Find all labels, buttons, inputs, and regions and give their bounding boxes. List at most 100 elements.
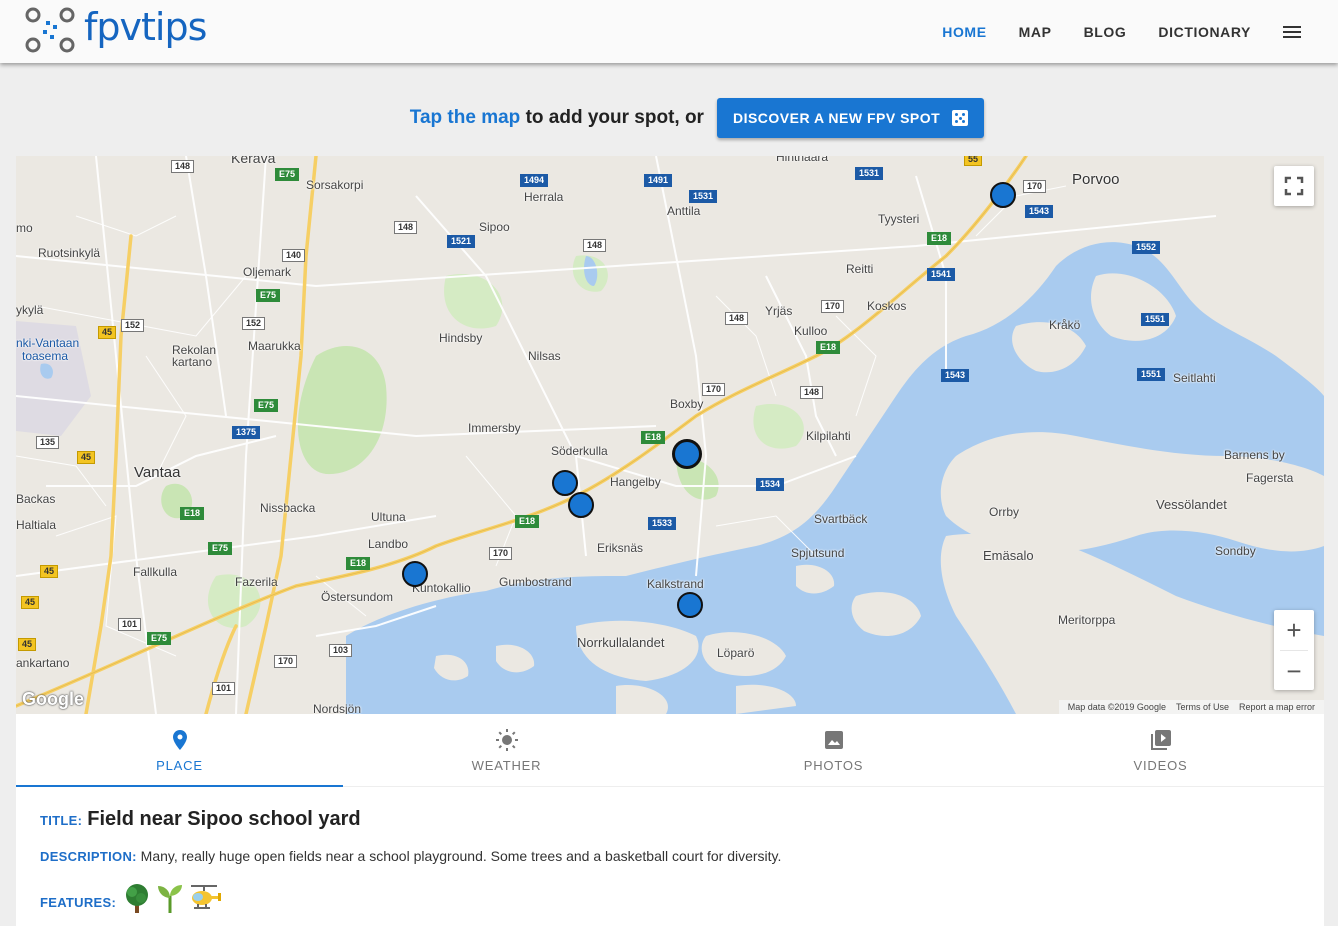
tab-photos[interactable]: PHOTOS	[670, 714, 997, 786]
map-road-shield: E75	[147, 632, 172, 645]
map-place-label: Hinthaara	[776, 156, 829, 164]
seedling-icon	[158, 885, 183, 913]
spot-description-row: DESCRIPTION: Many, really huge open fiel…	[40, 848, 781, 864]
map-road-shield: 170	[489, 547, 513, 560]
terms-of-use-link[interactable]: Terms of Use	[1176, 702, 1229, 712]
map-attribution: Map data ©2019 Google Terms of Use Repor…	[1058, 700, 1324, 714]
map-place-label: nki-Vantaan	[16, 336, 80, 350]
google-logo: Google	[22, 689, 84, 709]
map-place-label: Meritorppa	[1058, 613, 1116, 627]
nav-home[interactable]: HOME	[942, 24, 986, 40]
zoom-control: + −	[1274, 610, 1314, 690]
spot-description: Many, really huge open fields near a sch…	[140, 848, 782, 864]
map-place-label: Hangelby	[610, 475, 661, 489]
map-road-shield: E75	[256, 289, 281, 302]
map-road-shield: 1541	[927, 268, 956, 281]
map-road-shield: 170	[821, 300, 845, 313]
fullscreen-icon	[1284, 176, 1304, 196]
cta-suffix: to add your spot, or	[525, 107, 704, 128]
map-basemap	[16, 156, 1324, 714]
sun-icon	[495, 728, 518, 751]
map-place-label: Sipoo	[479, 220, 510, 234]
map-place-label: Fallkulla	[133, 565, 178, 579]
tab-place[interactable]: PLACE	[16, 714, 343, 787]
map-place-label: Reitti	[846, 262, 874, 276]
map-place-label: Koskos	[867, 299, 907, 313]
map-place-label: ankartano	[16, 656, 70, 670]
tab-weather[interactable]: WEATHER	[343, 714, 670, 786]
helicopter-icon	[191, 885, 222, 909]
tap-map-link[interactable]: Tap the map	[410, 107, 521, 128]
map-place-label: Gumbostrand	[499, 575, 572, 589]
map-road-shield: 135	[36, 436, 60, 449]
map-road-shield: 170	[274, 655, 298, 668]
spot-marker[interactable]	[568, 492, 594, 518]
spot-marker[interactable]	[552, 470, 578, 496]
map-place-label: Hindsby	[439, 331, 483, 345]
map-road-shield: E75	[208, 542, 233, 555]
fullscreen-button[interactable]	[1274, 166, 1314, 206]
map-place-label: Sondby	[1215, 544, 1256, 558]
map-road-shield: 1531	[855, 167, 884, 180]
spot-marker[interactable]	[402, 561, 428, 587]
map-road-shield: E18	[927, 232, 952, 245]
description-label: DESCRIPTION:	[40, 849, 137, 864]
tab-videos[interactable]: VIDEOS	[997, 714, 1324, 786]
map-road-shield: 1551	[1141, 313, 1170, 326]
video-library-icon	[1150, 729, 1171, 750]
map-road-shield: 45	[98, 326, 117, 339]
feature-icons	[122, 882, 225, 914]
map-place-label: Norrkullalandet	[577, 635, 665, 650]
tab-videos-label: VIDEOS	[1133, 757, 1188, 773]
map-place-label: Kulloo	[794, 324, 828, 338]
map-place-label: Nilsas	[528, 349, 561, 363]
spot-marker[interactable]	[672, 439, 702, 469]
map-place-label: Ultuna	[371, 510, 406, 524]
map-road-shield: 1543	[1025, 205, 1054, 218]
map-road-shield: 1533	[648, 517, 677, 530]
map-road-shield: 45	[18, 638, 37, 651]
map-road-shield: E75	[275, 168, 300, 181]
map-road-shield: 148	[394, 221, 418, 234]
map-place-label: Löparö	[717, 646, 755, 660]
spot-marker[interactable]	[677, 592, 703, 618]
spot-map[interactable]: Kerava Sorsakorpi Herrala Anttila Hintha…	[16, 156, 1324, 714]
map-place-label: Oljemark	[243, 265, 292, 279]
report-map-error-link[interactable]: Report a map error	[1239, 702, 1315, 712]
nav-blog[interactable]: BLOG	[1084, 24, 1127, 40]
map-place-label: Porvoo	[1072, 171, 1120, 188]
zoom-out-button[interactable]: −	[1274, 651, 1314, 691]
map-road-shield: 45	[40, 565, 59, 578]
map-place-label: Haltiala	[16, 518, 57, 532]
tab-place-label: PLACE	[156, 757, 203, 773]
map-place-label: Nordsjön	[313, 702, 362, 714]
dice-icon	[952, 110, 969, 126]
map-place-label: Fazerila	[235, 575, 278, 589]
fpvtips-logo[interactable]: fpvtips	[22, 4, 207, 56]
map-place-label: Söderkulla	[551, 444, 608, 458]
discover-spot-button[interactable]: DISCOVER A NEW FPV SPOT	[716, 98, 985, 138]
map-road-shield: 148	[171, 160, 195, 173]
spot-marker[interactable]	[990, 182, 1016, 208]
map-place-label: Tyysteri	[878, 212, 920, 226]
zoom-in-button[interactable]: +	[1274, 610, 1314, 650]
nav-map[interactable]: MAP	[1019, 24, 1052, 40]
map-place-label: Kalkstrand	[647, 577, 704, 591]
logo-propeller-icon	[25, 7, 75, 53]
map-road-shield: 101	[118, 618, 142, 631]
map-place-label: Immersby	[468, 421, 521, 435]
map-place-label: Vessölandet	[1156, 497, 1227, 512]
main-nav: HOME MAP BLOG DICTIONARY	[942, 0, 1338, 63]
map-place-label: Orrby	[989, 505, 1019, 519]
map-road-shield: 140	[282, 249, 306, 262]
map-road-shield: E18	[180, 507, 205, 520]
map-place-label: Kråkö	[1049, 318, 1081, 332]
hamburger-menu-icon[interactable]	[1283, 23, 1301, 41]
map-road-shield: 152	[121, 319, 145, 332]
spot-title: Field near Sipoo school yard	[87, 808, 361, 830]
map-place-label: Sorsakorpi	[306, 178, 364, 192]
map-road-shield: 170	[702, 383, 726, 396]
map-road-shield: 148	[725, 312, 749, 325]
nav-dictionary[interactable]: DICTIONARY	[1158, 24, 1251, 40]
spot-tabs: PLACE WEATHER PHOTOS VIDEOS	[16, 714, 1324, 787]
